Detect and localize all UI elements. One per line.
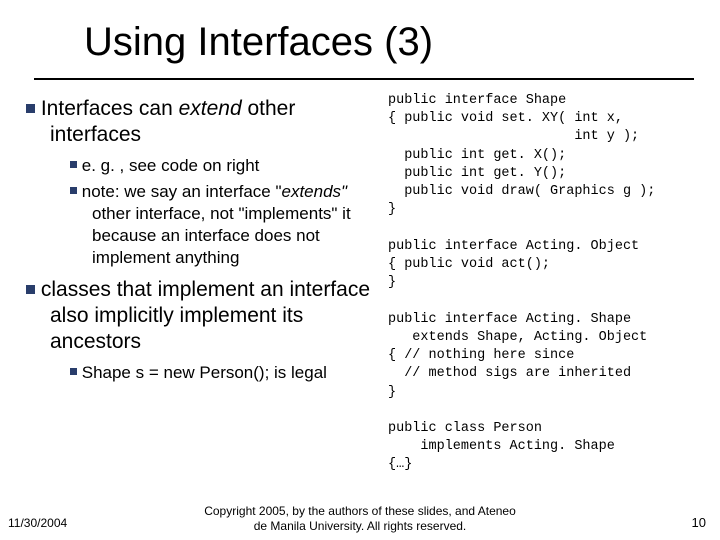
bullet-2: classes that implement an interface also… xyxy=(20,277,380,356)
bullet-1: Interfaces can extend other interfaces xyxy=(20,96,380,149)
footer-copy-line1: Copyright 2005, by the authors of these … xyxy=(204,504,516,518)
footer-copy-line2: de Manila University. All rights reserve… xyxy=(254,519,467,533)
bullet-icon xyxy=(70,187,77,194)
bullet-1-pre: Interfaces can xyxy=(41,97,179,120)
bullet-icon xyxy=(26,285,35,294)
bullet-1-em: extend xyxy=(179,97,242,120)
bullet-icon xyxy=(70,161,77,168)
bullet-1b-post: other interface, not "implements" it bec… xyxy=(92,204,351,267)
bullet-1a-text: e. g. , see code on right xyxy=(82,156,260,175)
title-bar: Using Interfaces (3) xyxy=(34,6,694,80)
slide: Using Interfaces (3) Interfaces can exte… xyxy=(0,0,720,540)
footer-copyright: Copyright 2005, by the authors of these … xyxy=(0,504,720,534)
bullet-icon xyxy=(70,368,77,375)
bullet-icon xyxy=(26,104,35,113)
slide-number: 10 xyxy=(692,515,706,530)
bullet-1b: note: we say an interface "extends" othe… xyxy=(20,181,380,269)
bullet-1b-em: extends" xyxy=(282,182,348,201)
bullet-1a: e. g. , see code on right xyxy=(20,155,380,177)
code-block: public interface Shape { public void set… xyxy=(388,92,718,475)
bullet-2a: Shape s = new Person(); is legal xyxy=(20,362,380,384)
bullet-1b-pre: note: we say an interface " xyxy=(82,182,282,201)
bullet-2a-text: Shape s = new Person(); is legal xyxy=(82,363,327,382)
slide-title: Using Interfaces (3) xyxy=(84,20,433,65)
bullet-2-text: classes that implement an interface also… xyxy=(41,278,370,354)
body-content: Interfaces can extend other interfaces e… xyxy=(20,88,380,388)
